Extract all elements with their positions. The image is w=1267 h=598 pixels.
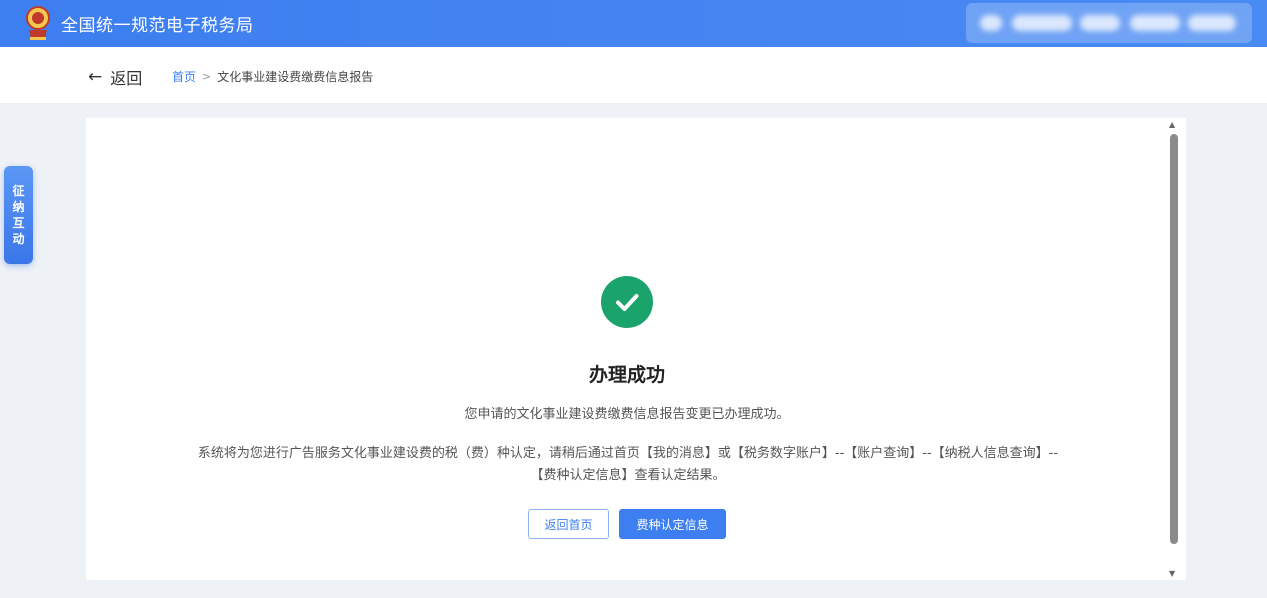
side-tab-char: 互 [12,216,25,230]
result-detail-line: 系统将为您进行广告服务文化事业建设费的税（费）种认定，请稍后通过首页【我的消息】… [197,446,1059,461]
result-detail: 系统将为您进行广告服务文化事业建设费的税（费）种认定，请稍后通过首页【我的消息】… [128,443,1128,487]
fee-type-info-button[interactable]: 费种认定信息 [619,509,726,539]
breadcrumb-home-link[interactable]: 首页 [172,68,196,85]
breadcrumb-separator: > [202,70,212,83]
return-home-button[interactable]: 返回首页 [528,509,609,539]
scroll-down-arrow-icon[interactable]: ▼ [1169,569,1175,578]
scroll-up-arrow-icon[interactable]: ▲ [1169,120,1175,129]
site-title: 全国统一规范电子税务局 [61,16,254,36]
back-button[interactable]: ← 返回 [88,65,142,89]
success-message: 您申请的文化事业建设费缴费信息报告变更已办理成功。 [464,407,790,422]
interaction-side-tab[interactable]: 征 纳 互 动 [4,166,33,264]
side-tab-char: 动 [12,232,25,246]
success-check-icon [601,276,653,328]
result-detail-line: 【费种认定信息】查看认定结果。 [530,468,726,483]
breadcrumb-bar: ← 返回 首页 > 文化事业建设费缴费信息报告 [0,47,1267,103]
top-header: 全国统一规范电子税务局 [0,0,1267,47]
tax-emblem-icon [26,6,50,40]
breadcrumb-current: 文化事业建设费缴费信息报告 [217,70,374,84]
arrow-left-icon: ← [88,67,103,87]
back-label: 返回 [110,69,143,88]
side-tab-char: 征 [12,184,25,198]
success-title: 办理成功 [588,364,665,386]
user-info-blurred[interactable] [966,3,1252,43]
scrollbar-thumb[interactable] [1170,134,1178,544]
breadcrumb: 首页 > 文化事业建设费缴费信息报告 [172,68,373,85]
side-tab-char: 纳 [12,200,25,214]
